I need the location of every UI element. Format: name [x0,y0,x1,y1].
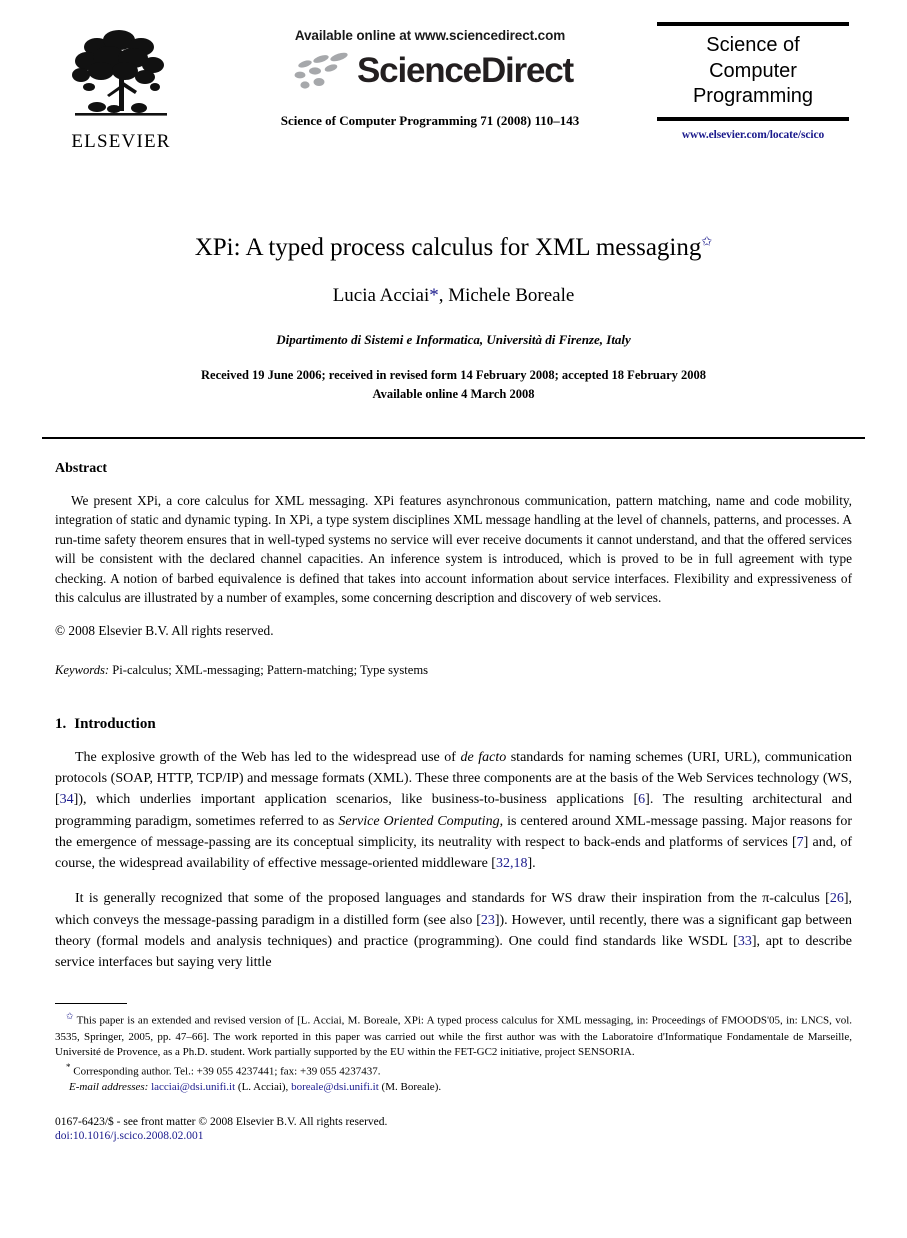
p1-italic2: Service Oriented Computing [338,813,500,829]
abstract-heading: Abstract [55,460,108,476]
p1-part7: ]. [527,856,536,872]
email-link-acciai[interactable]: lacciai@dsi.unifi.it [151,1081,235,1093]
citation-ref-34[interactable]: 34 [60,792,74,807]
elsevier-tree-icon [72,30,167,116]
page-title: XPi: A typed process calculus for XML me… [60,233,847,263]
p2-part1: It is generally recognized that some of … [75,891,830,907]
section-heading-introduction: 1. Introduction [55,716,852,733]
abstract-body: We present XPi, a core calculus for XML … [55,492,852,606]
keywords-value: Pi-calculus; XML-messaging; Pattern-matc… [112,662,429,677]
section-title: Introduction [74,715,156,732]
header-divider-rule [42,436,865,439]
keywords-label: Keywords: [55,662,110,677]
email-addresses-label: E-mail addresses: [69,1081,149,1094]
email-link-boreale[interactable]: boreale@dsi.unifi.it [291,1081,379,1093]
journal-logo-box: Science of Computer Programming www.else… [657,22,849,141]
footnote-corresponding-text: Corresponding author. Tel.: +39 055 4237… [73,1065,381,1078]
received-line: Received 19 June 2006; received in revis… [201,368,706,382]
elsevier-logo: ELSEVIER [62,25,180,153]
keywords-line: Keywords: Pi-calculus; XML-messaging; Pa… [55,663,852,678]
sciencedirect-dots-icon [294,52,348,89]
title-block: XPi: A typed process calculus for XML me… [60,233,847,405]
journal-citation: Science of Computer Programming 71 (2008… [280,113,580,128]
citation-ref-32-18[interactable]: 32,18 [496,856,528,871]
document-page: ELSEVIER Available online at www.science… [0,0,907,1238]
footnote-star-text: This paper is an extended and revised ve… [55,1015,852,1059]
intro-paragraph-2: It is generally recognized that some of … [55,888,852,973]
footnote-divider-rule [55,1003,127,1005]
colophon: 0167-6423/$ - see front matter © 2008 El… [55,1114,852,1143]
publication-dates: Received 19 June 2006; received in revis… [60,366,847,405]
elsevier-wordmark: ELSEVIER [71,131,171,152]
p1-part3: ]), which underlies important applicatio… [73,792,639,808]
author-rest: , Michele Boreale [438,285,575,306]
abstract-copyright: © 2008 Elsevier B.V. All rights reserved… [55,623,274,639]
p1-italic1: de facto [460,749,507,765]
body-section: 1. Introduction The explosive growth of t… [55,716,852,974]
p1-part1: The explosive growth of the Web has led … [75,749,461,765]
footnote-star-note: ✩ This paper is an extended and revised … [55,1010,852,1060]
journal-title-line1: Science of [706,34,800,56]
footnote-corresponding: * Corresponding author. Tel.: +39 055 42… [55,1061,852,1080]
intro-paragraph-1: The explosive growth of the Web has led … [55,747,852,875]
footnote-emails: E-mail addresses: lacciai@dsi.unifi.it (… [55,1080,852,1096]
email1-name: (L. Acciai), [235,1081,292,1094]
masthead: ELSEVIER Available online at www.science… [40,0,867,205]
journal-title-line2: Computer [709,59,797,82]
journal-title-line3: Programming [692,85,814,108]
journal-box-title: Science of Computer Programming [657,26,849,117]
citation-ref-7[interactable]: 7 [797,835,804,850]
section-number: 1. [55,715,67,732]
author-first: Lucia Acciai [332,285,430,306]
journal-url-link[interactable]: www.elsevier.com/locate/scico [657,129,849,141]
journal-box-bottom-rule [657,116,849,121]
email2-name: (M. Boreale). [378,1081,442,1094]
footnote-asterisk-marker: * [66,1061,71,1072]
title-footnote-marker[interactable]: ✩ [701,234,712,249]
available-online-line: Available online 4 March 2008 [372,387,535,402]
available-online-text: Available online at www.sciencedirect.co… [294,28,566,43]
issn-line: 0167-6423/$ - see front matter © 2008 El… [55,1115,388,1128]
doi-link[interactable]: doi:10.1016/j.scico.2008.02.001 [55,1130,852,1142]
citation-ref-23[interactable]: 23 [481,913,495,928]
citation-ref-26[interactable]: 26 [830,891,844,906]
footnotes-section: ✩ This paper is an extended and revised … [55,1003,852,1095]
sciencedirect-block: Available online at www.sciencedirect.co… [230,28,630,129]
footnote-star-marker: ✩ [66,1011,74,1022]
abstract-section: Abstract We present XPi, a core calculus… [55,461,852,678]
affiliation: Dipartimento di Sistemi e Informatica, U… [276,332,631,347]
citation-ref-33[interactable]: 33 [738,934,752,949]
paper-title-text: XPi: A typed process calculus for XML me… [194,234,702,261]
sciencedirect-wordmark: ScienceDirect [357,50,574,90]
corresponding-author-marker[interactable]: * [429,285,439,306]
author-list: Lucia Acciai*, Michele Boreale [60,285,847,307]
